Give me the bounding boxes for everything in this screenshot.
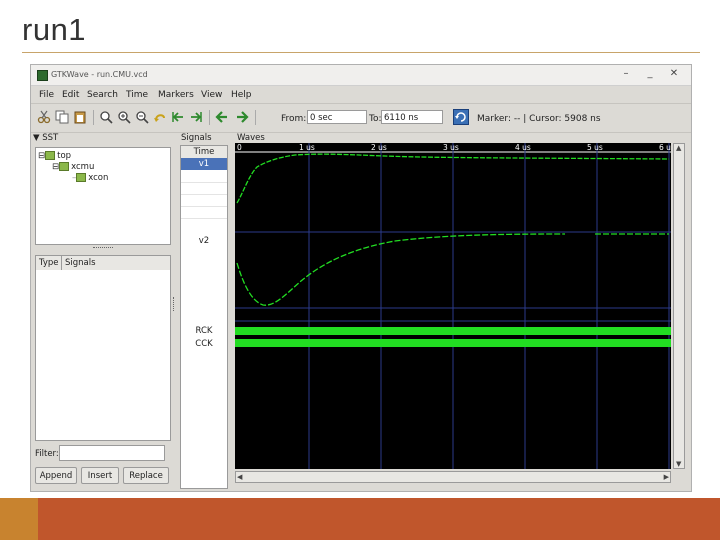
time-tick-label: 3 us (443, 143, 459, 152)
signal-v1[interactable]: v1 (181, 158, 227, 170)
time-tick-label: 6 us (659, 143, 671, 152)
signal-rck[interactable]: RCK (181, 326, 227, 336)
waves-header: Waves (237, 133, 265, 143)
time-tick-label: 5 us (587, 143, 603, 152)
copy-icon[interactable] (55, 110, 69, 124)
tree-item-top[interactable]: ⊟ top (38, 151, 71, 161)
zoom-in-icon[interactable] (117, 110, 131, 124)
menu-time[interactable]: Time (126, 90, 148, 100)
slide-title: run1 (22, 12, 87, 47)
signal-list[interactable] (35, 270, 171, 441)
time-tick-label: 4 us (515, 143, 531, 152)
toolbar-separator (209, 110, 210, 125)
menu-edit[interactable]: Edit (62, 90, 79, 100)
window-title: GTKWave - run.CMU.vcd (51, 70, 148, 79)
tree-label: xcon (88, 173, 109, 183)
marker-cursor-status: Marker: -- | Cursor: 5908 ns (477, 114, 601, 124)
signal-v2[interactable]: v2 (181, 236, 227, 246)
toolbar-separator (255, 110, 256, 125)
sst-header[interactable]: ▼ SST (33, 133, 58, 143)
app-icon (37, 70, 48, 81)
signal-time: Time (181, 146, 227, 158)
insert-button[interactable]: Insert (81, 467, 119, 484)
from-input[interactable]: 0 sec (307, 110, 367, 124)
menu-view[interactable]: View (201, 90, 222, 100)
tree-toggle[interactable]: ⊟ (52, 162, 59, 172)
waveform-canvas: 0 1 us 2 us 3 us 4 us 5 us 6 us (235, 143, 675, 469)
minimize-button[interactable]: – (619, 68, 633, 79)
to-input[interactable]: 6110 ns (381, 110, 443, 124)
undo-zoom-icon[interactable] (153, 110, 167, 124)
column-type[interactable]: Type (39, 258, 59, 268)
tree-label: top (57, 151, 72, 161)
tree-toggle[interactable]: ⊟ (38, 151, 45, 161)
pane-grip[interactable] (93, 247, 113, 251)
scroll-left-icon[interactable]: ◀ (237, 473, 242, 481)
window-titlebar: GTKWave - run.CMU.vcd – _ ✕ (31, 65, 691, 86)
title-rule (22, 52, 700, 53)
cut-icon[interactable] (37, 110, 51, 124)
zoom-out-icon[interactable] (135, 110, 149, 124)
signals-panel: Time v1 v2 RCK CCK (180, 145, 228, 489)
module-icon (59, 162, 70, 171)
time-tick-label: 0 (237, 143, 242, 152)
horizontal-scrollbar[interactable]: ◀ ▶ (235, 471, 671, 483)
menu-file[interactable]: File (39, 90, 54, 100)
toolbar: From: 0 sec To: 6110 ns Marker: -- | Cur… (31, 104, 691, 133)
replace-button[interactable]: Replace (123, 467, 169, 484)
menu-markers[interactable]: Markers (158, 90, 194, 100)
waveform-view[interactable]: 0 1 us 2 us 3 us 4 us 5 us 6 us (235, 143, 675, 469)
from-label: From: (281, 114, 307, 124)
tree-item-xcmu[interactable]: ⊟ xcmu (52, 162, 94, 172)
tree-label: xcmu (71, 162, 95, 172)
menubar: File Edit Search Time Markers View Help (31, 86, 691, 104)
vertical-scrollbar[interactable]: ▲ ▼ (673, 143, 685, 469)
menu-help[interactable]: Help (231, 90, 252, 100)
menu-search[interactable]: Search (87, 90, 118, 100)
pane-grip[interactable] (173, 297, 177, 311)
filter-label: Filter: (35, 449, 59, 459)
module-icon (45, 151, 56, 160)
reload-icon[interactable] (453, 109, 469, 125)
scroll-up-icon[interactable]: ▲ (676, 144, 681, 152)
column-signals[interactable]: Signals (65, 258, 96, 268)
type-signals-header: Type Signals (35, 255, 171, 271)
forward-icon[interactable] (235, 110, 249, 124)
footer-accent (0, 498, 38, 540)
signals-header: Signals (181, 133, 212, 143)
filter-input[interactable] (59, 445, 165, 461)
tree-item-xcon[interactable]: – xcon (72, 173, 108, 183)
back-icon[interactable] (215, 110, 229, 124)
go-end-icon[interactable] (189, 110, 203, 124)
signal-cck[interactable]: CCK (181, 339, 227, 349)
to-label: To: (369, 114, 382, 124)
time-tick-label: 2 us (371, 143, 387, 152)
zoom-fit-icon[interactable] (99, 110, 113, 124)
close-button[interactable]: ✕ (667, 68, 681, 79)
time-tick-label: 1 us (299, 143, 315, 152)
append-button[interactable]: Append (35, 467, 77, 484)
go-start-icon[interactable] (171, 110, 185, 124)
module-icon (76, 173, 87, 182)
footer-bar (0, 498, 720, 540)
gtkwave-window: GTKWave - run.CMU.vcd – _ ✕ File Edit Se… (30, 64, 692, 492)
scroll-right-icon[interactable]: ▶ (664, 473, 669, 481)
maximize-button[interactable]: _ (643, 68, 657, 79)
toolbar-separator (93, 110, 94, 125)
sst-tree: ⊟ top ⊟ xcmu – xcon (35, 147, 171, 245)
paste-icon[interactable] (73, 110, 87, 124)
scroll-down-icon[interactable]: ▼ (676, 460, 681, 468)
